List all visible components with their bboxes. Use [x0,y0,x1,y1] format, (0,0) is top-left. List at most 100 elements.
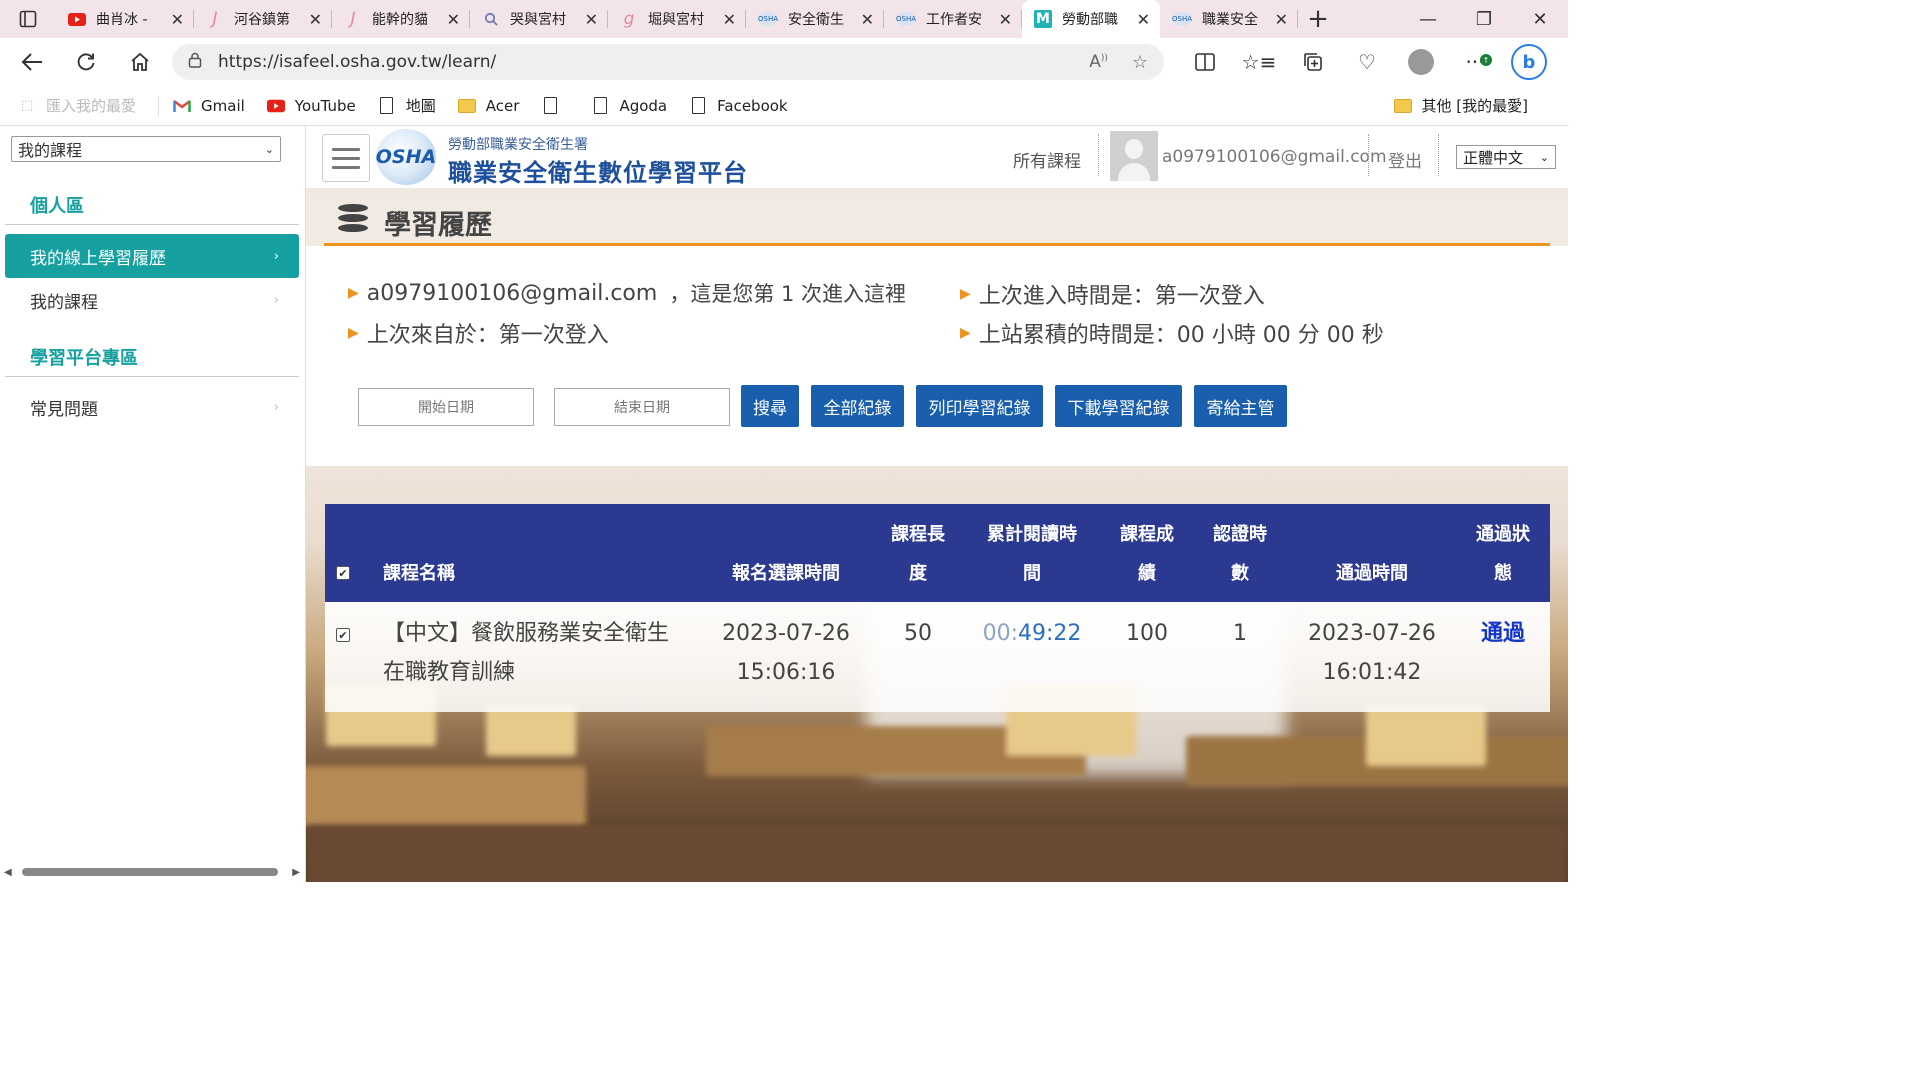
favorite-map[interactable]: 地圖 [378,95,436,116]
tab-actions-menu-icon[interactable] [0,0,56,38]
sidebar-item-faq[interactable]: 常見問題 › [5,385,299,429]
url-text[interactable]: https://isafeel.osha.gov.tw/learn/ [218,52,1065,72]
other-favorites[interactable]: 其他 [我的最愛] [1393,95,1528,116]
minimize-icon[interactable]: — [1400,0,1456,38]
new-tab-button[interactable]: + [1298,0,1338,38]
close-icon[interactable]: ✕ [447,10,460,29]
close-icon[interactable]: ✕ [1275,10,1288,29]
header-length-line1[interactable]: 課程長 [880,515,956,554]
scrollbar-thumb[interactable] [22,868,278,876]
back-button[interactable] [10,44,54,80]
all-courses-link[interactable]: 所有課程 [1013,147,1081,172]
background-desk [306,766,586,826]
end-date-input[interactable]: 結束日期 [554,388,730,426]
read-aloud-icon[interactable]: A)) [1089,52,1108,72]
favorite-youtube[interactable]: YouTube [266,97,356,115]
restore-icon[interactable]: ❐ [1456,0,1512,38]
browser-tab-bar: 曲肖冰 - ✕ J 河谷鎮第 ✕ J 能幹的貓 ✕ 哭與宮村 ✕ g 堀與宮村 … [0,0,1568,38]
pass-date: 2023-07-26 [1308,621,1436,646]
browser-tab[interactable]: g 堀與宮村 ✕ [608,0,746,38]
pass-status-link[interactable]: 通過 [1465,614,1541,653]
favorite-star-icon[interactable]: ☆ [1132,52,1148,73]
start-date-input[interactable]: 開始日期 [358,388,534,426]
hamburger-menu-button[interactable] [322,134,370,182]
close-window-icon[interactable]: ✕ [1512,0,1568,38]
favorite-label: 地圖 [405,97,436,115]
header-hours-line1[interactable]: 認證時 [1202,515,1278,554]
header-status-line2[interactable]: 態 [1465,554,1541,593]
close-icon[interactable]: ✕ [309,10,322,29]
sidebar-item-learning-history[interactable]: 我的線上學習履歷 › [5,234,299,278]
collections-icon[interactable] [1286,52,1340,72]
header-read-time-line2[interactable]: 間 [975,554,1089,593]
refresh-button[interactable] [64,44,108,80]
close-icon[interactable]: ✕ [861,10,874,29]
logout-link[interactable]: 登出 [1388,147,1422,172]
all-records-button[interactable]: 全部紀錄 [811,385,904,427]
sidebar-item-my-courses[interactable]: 我的課程 › [5,278,299,322]
browser-tab[interactable]: OSHA 安全衛生 ✕ [746,0,884,38]
osha-logo[interactable]: OSHA [376,129,436,185]
header-length-line2[interactable]: 度 [880,554,956,593]
browser-tab[interactable]: J 河谷鎮第 ✕ [194,0,332,38]
header-read-time-line1[interactable]: 累計閱讀時 [975,515,1089,554]
sidebar-divider [5,224,299,225]
header-course-name[interactable]: 課程名稱 [383,554,455,593]
favorite-acer[interactable]: Acer [457,97,519,115]
header-enroll-time[interactable]: 報名選課時間 [721,554,851,593]
browser-tab-active[interactable]: M 勞動部職 ✕ [1022,0,1160,38]
close-icon[interactable]: ✕ [1137,10,1150,29]
table-header: ✔ 課程名稱 報名選課時間 課程長 度 累計閱讀時 間 課程成 績 認證時 數 … [325,504,1550,604]
close-icon[interactable]: ✕ [723,10,736,29]
search-button[interactable]: 搜尋 [741,385,799,427]
header-score-line1[interactable]: 課程成 [1109,515,1185,554]
read-time-hours: 00: [982,621,1018,646]
header-divider [1098,134,1099,176]
lock-icon[interactable] [188,52,202,72]
close-icon[interactable]: ✕ [585,10,598,29]
user-email[interactable]: a0979100106@gmail.com [1162,147,1387,167]
user-avatar[interactable] [1110,131,1158,181]
bing-chat-icon[interactable]: b [1502,44,1556,80]
course-select[interactable]: 我的課程 ⌄ [11,136,281,162]
header-score-line2[interactable]: 績 [1109,554,1185,593]
horizontal-scrollbar[interactable]: ◀ ▶ [4,866,300,878]
chevron-right-icon: › [273,248,279,264]
favorite-agoda[interactable]: Agoda [591,97,667,115]
settings-more-icon[interactable]: ··· ↑ [1448,50,1502,74]
profile-icon[interactable] [1394,49,1448,75]
close-icon[interactable]: ✕ [171,10,184,29]
favorites-icon[interactable]: ☆≡ [1232,50,1286,74]
scroll-right-icon[interactable]: ▶ [292,867,300,878]
header-divider [1368,134,1369,176]
browser-essentials-icon[interactable]: ♡ [1340,50,1394,74]
favorite-untitled[interactable] [541,97,569,114]
browser-tab[interactable]: OSHA 職業安全 ✕ [1160,0,1298,38]
select-all-checkbox[interactable]: ✔ [336,566,350,580]
browser-tab[interactable]: OSHA 工作者安 ✕ [884,0,1022,38]
split-screen-icon[interactable] [1178,53,1232,71]
address-bar[interactable]: https://isafeel.osha.gov.tw/learn/ A)) ☆ [172,44,1164,80]
site-title[interactable]: 職業安全衛生數位學習平台 [448,153,748,188]
row-checkbox[interactable]: ✔ [336,628,350,642]
header-status-line1[interactable]: 通過狀 [1465,515,1541,554]
sidebar-item-label: 我的線上學習履歷 [30,248,166,269]
print-records-button[interactable]: 列印學習紀錄 [916,385,1043,427]
send-to-supervisor-button[interactable]: 寄給主管 [1194,385,1287,427]
home-button[interactable] [118,44,162,80]
header-hours-line2[interactable]: 數 [1202,554,1278,593]
favorite-import[interactable]: ⬚ 匯入我的最愛 [18,95,136,116]
close-icon[interactable]: ✕ [999,10,1012,29]
scroll-left-icon[interactable]: ◀ [4,867,12,878]
favorite-gmail[interactable]: Gmail [173,97,245,115]
download-records-button[interactable]: 下載學習紀錄 [1055,385,1182,427]
site-header: OSHA 勞動部職業安全衛生署 職業安全衛生數位學習平台 所有課程 a09791… [306,126,1568,188]
browser-tab[interactable]: 曲肖冰 - ✕ [56,0,194,38]
language-select[interactable]: 正體中文 ⌄ [1456,145,1556,169]
browser-tab[interactable]: J 能幹的貓 ✕ [332,0,470,38]
course-name-line2[interactable]: 在職教育訓練 [383,653,515,692]
browser-tab[interactable]: 哭與宮村 ✕ [470,0,608,38]
favorite-facebook[interactable]: Facebook [689,97,788,115]
course-name-line1[interactable]: 【中文】餐飲服務業安全衛生 [383,614,669,653]
header-pass-time[interactable]: 通過時間 [1305,554,1439,593]
